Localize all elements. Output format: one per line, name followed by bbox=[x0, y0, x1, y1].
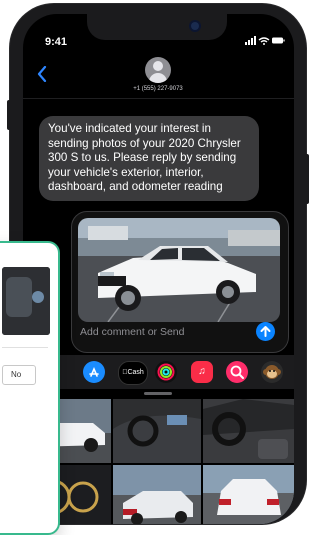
back-button[interactable] bbox=[37, 64, 47, 86]
power-button bbox=[306, 154, 309, 204]
compose-box[interactable]: Add comment or Send bbox=[71, 211, 289, 353]
activity-icon bbox=[157, 363, 175, 381]
incoming-message-bubble: You've indicated your interest in sendin… bbox=[39, 116, 259, 201]
car-photo-image bbox=[78, 218, 280, 322]
camera-icon bbox=[191, 22, 199, 30]
photo-thumbnail[interactable] bbox=[113, 399, 201, 463]
phone-screen: 9:41 +1 (555) 227-9073 You've indicated … bbox=[23, 14, 294, 524]
chevron-left-icon bbox=[37, 65, 47, 83]
music-button[interactable]: ♫ bbox=[191, 361, 213, 383]
image-search-icon bbox=[230, 365, 244, 379]
photo-thumbnail[interactable] bbox=[203, 399, 294, 463]
photo-thumbnail[interactable] bbox=[203, 465, 294, 524]
person-icon bbox=[153, 61, 163, 71]
car-interior-photo bbox=[113, 399, 201, 463]
notch bbox=[87, 14, 227, 40]
contact-avatar[interactable] bbox=[145, 57, 171, 83]
animoji-button[interactable] bbox=[261, 361, 283, 383]
header-divider bbox=[23, 98, 294, 99]
music-icon: ♫ bbox=[198, 366, 206, 377]
attached-car-photo[interactable] bbox=[78, 218, 280, 322]
photo-thumbnail[interactable] bbox=[113, 465, 201, 524]
monkey-icon bbox=[263, 365, 281, 379]
signal-wifi-battery-icon bbox=[245, 36, 285, 45]
dashboard-thumbnail-image bbox=[2, 267, 50, 335]
contact-number[interactable]: +1 (555) 227-9073 bbox=[115, 86, 201, 92]
photo-review-card: No bbox=[0, 241, 60, 535]
app-store-icon bbox=[89, 366, 99, 377]
drawer-grabber[interactable] bbox=[144, 392, 172, 395]
send-button[interactable] bbox=[256, 322, 275, 341]
card-divider bbox=[2, 347, 48, 348]
imessage-app-strip: Cash ♫ bbox=[23, 355, 294, 389]
apple-cash-label: Cash bbox=[122, 369, 144, 376]
no-button[interactable]: No bbox=[2, 365, 36, 385]
car-exterior-photo bbox=[113, 465, 201, 524]
person-icon-body bbox=[149, 73, 167, 83]
car-rear-photo bbox=[203, 465, 294, 524]
status-time: 9:41 bbox=[45, 36, 68, 48]
status-icons bbox=[245, 36, 285, 48]
photo-picker-grid bbox=[23, 399, 294, 524]
image-search-button[interactable] bbox=[226, 361, 248, 383]
car-interior-photo bbox=[203, 399, 294, 463]
card-dashboard-photo bbox=[2, 267, 50, 335]
apple-cash-button[interactable]: Cash bbox=[118, 361, 148, 385]
arrow-up-icon bbox=[260, 326, 271, 337]
activity-button[interactable] bbox=[155, 361, 177, 383]
app-store-button[interactable] bbox=[83, 361, 105, 383]
message-input[interactable]: Add comment or Send bbox=[80, 326, 184, 338]
volume-button bbox=[7, 100, 10, 130]
